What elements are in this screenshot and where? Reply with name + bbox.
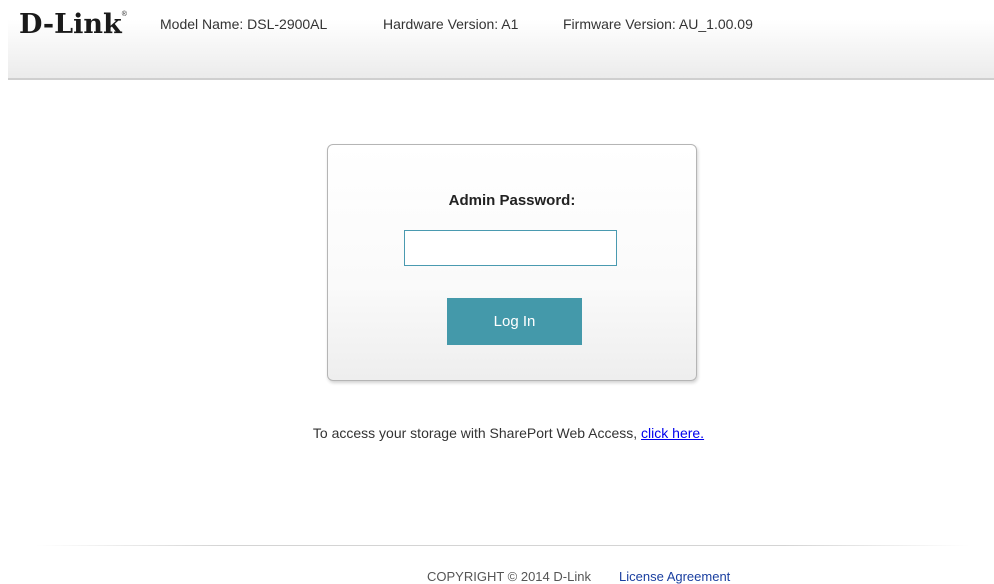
logo-text: D-Link: [19, 9, 122, 40]
log-in-button[interactable]: Log In: [447, 298, 582, 345]
shareport-message: To access your storage with SharePort We…: [0, 425, 994, 441]
admin-password-label: Admin Password:: [448, 192, 576, 209]
shareport-text: To access your storage with SharePort We…: [312, 425, 642, 441]
footer-divider: [36, 545, 970, 546]
registered-mark: ®: [121, 11, 127, 18]
login-panel: Admin Password: Log In: [327, 144, 697, 381]
model-name: Model Name: DSL-2900AL: [160, 16, 328, 32]
header-bar: D-Link® Model Name: DSL-2900AL Hardware …: [8, 0, 994, 80]
shareport-link[interactable]: click here.: [641, 425, 704, 441]
firmware-version: Firmware Version: AU_1.00.09: [563, 16, 753, 32]
hardware-version: Hardware Version: A1: [383, 16, 519, 32]
admin-password-input[interactable]: [404, 230, 617, 266]
dlink-logo: D-Link®: [19, 9, 127, 40]
